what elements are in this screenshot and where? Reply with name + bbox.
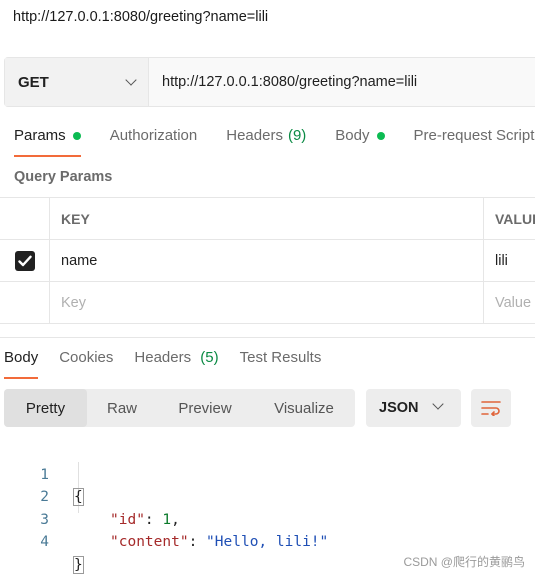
tab-params[interactable]: Params (14, 127, 81, 157)
wrap-lines-button[interactable] (471, 389, 511, 427)
code-line-1: 1 { (0, 441, 84, 506)
table-row-empty: Key Value (0, 282, 535, 324)
tab-test-results-label: Test Results (239, 349, 322, 366)
chevron-down-icon (125, 74, 137, 86)
tab-pre-request-script[interactable]: Pre-request Script (414, 127, 535, 157)
param-checkbox[interactable] (14, 250, 35, 271)
title-url: http://127.0.0.1:8080/greeting?name=lili (13, 9, 269, 25)
tab-response-headers[interactable]: Headers (5) (134, 349, 218, 379)
key-column-header: KEY (50, 198, 484, 239)
view-pretty-button[interactable]: Pretty (4, 389, 87, 427)
json-key-id: "id" (110, 511, 145, 528)
code-line-3: 3 "content": "Hello, lili!" (0, 486, 328, 551)
tab-test-results[interactable]: Test Results (240, 349, 322, 379)
open-brace: { (73, 488, 84, 506)
json-value-content: "Hello, lili!" (206, 534, 329, 550)
view-visualize-button[interactable]: Visualize (253, 389, 355, 427)
url-input[interactable]: http://127.0.0.1:8080/greeting?name=lili (149, 58, 535, 106)
tab-response-headers-label: Headers (134, 349, 192, 366)
request-bar: GET http://127.0.0.1:8080/greeting?name=… (4, 57, 535, 107)
pane-divider[interactable] (0, 337, 535, 338)
checkmark-icon (17, 255, 32, 266)
param-key-cell[interactable]: name (50, 240, 484, 281)
tab-cookies[interactable]: Cookies (59, 349, 113, 379)
close-brace: } (73, 555, 84, 574)
wrap-lines-icon (481, 401, 501, 416)
tab-body[interactable]: Body (335, 127, 385, 157)
query-params-table: KEY VALUE name lili Key Value (0, 197, 535, 324)
tab-body-label: Body (335, 127, 370, 144)
chevron-down-icon (432, 398, 444, 410)
table-header-row: KEY VALUE (0, 198, 535, 240)
new-value-input[interactable]: Value (484, 282, 535, 323)
tab-response-body-label: Body (4, 349, 39, 366)
body-dot-indicator (376, 132, 385, 140)
line-number: 4 (40, 534, 49, 550)
json-value-id: 1 (162, 511, 172, 528)
tab-authorization-label: Authorization (109, 127, 198, 144)
value-column-header: VALUE (495, 210, 535, 227)
query-params-title: Query Params (14, 169, 113, 185)
code-text: "id": 1, (110, 509, 180, 532)
json-key-content: "content" (110, 534, 189, 550)
format-select[interactable]: JSON (366, 389, 461, 427)
format-label: JSON (379, 400, 419, 416)
view-raw-button[interactable]: Raw (87, 389, 157, 427)
code-text: { (73, 486, 84, 509)
tab-headers-label: Headers (226, 127, 283, 144)
response-body-code: 1 { 2 "id": 1, 3 "content": "Hello, lili… (0, 441, 328, 574)
method-select[interactable]: GET (5, 58, 149, 106)
watermark: CSDN @爬行的黄鹂鸟 (403, 555, 525, 569)
tab-authorization[interactable]: Authorization (110, 127, 198, 157)
table-row: name lili (0, 240, 535, 282)
response-tabs: Body Cookies Headers (5) Test Results (4, 349, 342, 379)
code-line-2: 2 "id": 1, (0, 464, 180, 528)
params-dot-indicator (72, 132, 81, 140)
view-preview-button[interactable]: Preview (157, 389, 253, 427)
headers-count: (9) (287, 127, 307, 144)
tab-headers[interactable]: Headers (9) (226, 127, 306, 157)
tab-cookies-label: Cookies (59, 349, 114, 366)
tab-params-label: Params (14, 127, 66, 144)
header-checkbox-cell (0, 198, 50, 239)
code-line-4: 4 } (0, 509, 84, 574)
json-comma: , (171, 511, 180, 528)
json-separator: : (188, 534, 207, 550)
request-tabs: Params Authorization Headers (9) Body Pr… (14, 127, 535, 157)
empty-checkbox-cell (0, 282, 50, 323)
method-label: GET (18, 73, 49, 91)
row-checkbox-cell (0, 240, 50, 281)
tab-response-body[interactable]: Body (4, 349, 39, 379)
code-text: } (73, 554, 84, 577)
code-text: "content": "Hello, lili!" (110, 531, 328, 554)
tab-pre-request-label: Pre-request Script (413, 127, 535, 144)
response-headers-count: (5) (200, 349, 219, 366)
view-mode-segmented-control: Pretty Raw Preview Visualize (4, 389, 355, 427)
param-value-cell[interactable]: lili (484, 240, 535, 281)
new-key-input[interactable]: Key (50, 282, 484, 323)
json-separator: : (144, 511, 163, 528)
